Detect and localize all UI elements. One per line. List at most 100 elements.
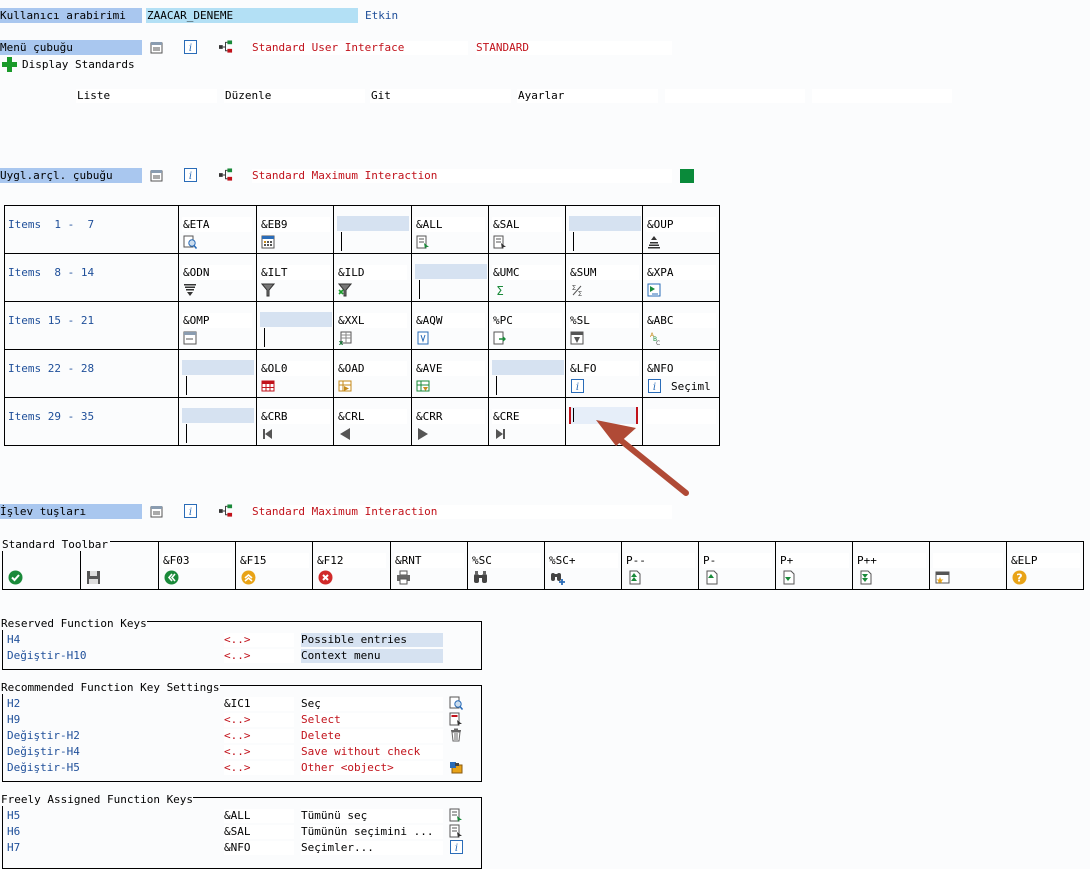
function-code-field[interactable]: &OAD (337, 361, 407, 376)
app-toolbar-slot[interactable] (411, 253, 489, 302)
empty-slot-field[interactable] (337, 216, 409, 231)
function-code-field[interactable]: &LFO (569, 361, 639, 376)
function-key-code[interactable]: <..> (224, 713, 294, 727)
app-toolbar-slot[interactable]: &ALL (411, 205, 489, 254)
function-code-field[interactable]: &XPA (646, 265, 716, 280)
menu-item-5[interactable] (665, 89, 805, 103)
app-toolbar-slot[interactable]: &XXL x (333, 301, 412, 350)
user-interface-input[interactable]: ZAACAR_DENEME (146, 8, 358, 23)
app-toolbar-slot[interactable]: &AVE (411, 349, 489, 398)
function-code-field[interactable]: &F03 (162, 553, 232, 568)
function-key-text[interactable]: Tümünün seçimini ... (301, 825, 443, 839)
function-code-field[interactable]: &ABC (646, 313, 716, 328)
function-code-field[interactable]: &F12 (316, 553, 386, 568)
menu-bar-code[interactable]: STANDARD (476, 41, 672, 55)
function-code-field[interactable]: &AQW (415, 313, 485, 328)
app-toolbar-slot[interactable]: &ETA (178, 205, 257, 254)
function-code-field[interactable]: %SC+ (548, 553, 618, 568)
function-code-field[interactable]: %SL (569, 313, 639, 328)
display-standards-link[interactable]: Display Standards (22, 57, 135, 72)
empty-slot-field[interactable] (182, 408, 254, 423)
function-code-field[interactable]: &OUP (646, 217, 716, 232)
function-code-field[interactable]: P++ (856, 553, 926, 568)
display-icon[interactable] (149, 504, 163, 518)
app-toolbar-slot[interactable]: &CRE (488, 397, 566, 446)
function-key-code[interactable]: &ALL (224, 809, 294, 823)
app-toolbar-slot[interactable]: &ILT (256, 253, 334, 302)
function-key-text[interactable]: Select (301, 713, 443, 727)
display-icon[interactable] (149, 40, 163, 54)
function-code-field[interactable]: &CRB (260, 409, 330, 424)
standard-toolbar-slot[interactable]: &F03 (158, 541, 236, 590)
info-icon[interactable]: i (183, 504, 197, 518)
standard-toolbar-slot[interactable]: &ELP? (1006, 541, 1084, 590)
standard-toolbar-slot[interactable]: &F15 (235, 541, 313, 590)
empty-slot-field[interactable] (492, 360, 564, 375)
function-key-code[interactable]: <..> (224, 729, 294, 743)
app-toolbar-slot[interactable]: &AQW (411, 301, 489, 350)
app-toolbar-slot[interactable]: &NFO i Seçiml (642, 349, 720, 398)
standard-toolbar-slot[interactable]: P-- (621, 541, 699, 590)
app-toolbar-slot[interactable]: %PC (488, 301, 566, 350)
function-code-field[interactable]: &SAL (492, 217, 562, 232)
app-toolbar-slot[interactable]: &EB9 (256, 205, 334, 254)
function-code-field[interactable]: &EB9 (260, 217, 330, 232)
function-key-code[interactable]: <..> (224, 649, 294, 663)
app-toolbar-name[interactable]: Standard Maximum Interaction (252, 169, 672, 183)
function-code-field[interactable]: %SC (471, 553, 541, 568)
standard-toolbar-slot[interactable]: P- (698, 541, 776, 590)
app-toolbar-slot[interactable] (178, 397, 257, 446)
function-code-field[interactable]: &CRE (492, 409, 562, 424)
function-key-code[interactable]: &NFO (224, 841, 294, 855)
app-toolbar-slot[interactable]: &OMP (178, 301, 257, 350)
empty-slot-field[interactable] (260, 312, 332, 327)
app-toolbar-slot[interactable] (256, 301, 334, 350)
app-toolbar-slot[interactable]: &UMC Σ (488, 253, 566, 302)
app-toolbar-slot[interactable]: &SUM Σ Σ (565, 253, 643, 302)
app-toolbar-slot[interactable] (333, 205, 412, 254)
function-key-text[interactable]: Tümünü seç (301, 809, 443, 823)
app-toolbar-slot[interactable]: &OAD (333, 349, 412, 398)
app-toolbar-slot[interactable]: &ABC A B C (642, 301, 720, 350)
function-code-field[interactable]: &ILT (260, 265, 330, 280)
function-key-code[interactable]: &SAL (224, 825, 294, 839)
function-code-field[interactable]: &ELP (1010, 553, 1080, 568)
function-code-field[interactable]: &ALL (415, 217, 485, 232)
function-keys-name[interactable]: Standard Maximum Interaction (252, 505, 672, 519)
empty-slot-field[interactable] (415, 264, 487, 279)
app-toolbar-slot[interactable] (565, 205, 643, 254)
hierarchy-icon[interactable] (219, 40, 233, 54)
function-code-field[interactable]: &ILD (337, 265, 407, 280)
app-toolbar-slot[interactable]: &XPA (642, 253, 720, 302)
function-code-field[interactable]: &UMC (492, 265, 562, 280)
app-toolbar-slot[interactable]: &SAL (488, 205, 566, 254)
function-code-field[interactable]: &OL0 (260, 361, 330, 376)
hierarchy-icon[interactable] (219, 504, 233, 518)
standard-toolbar-slot[interactable]: P++ (852, 541, 930, 590)
function-code-field[interactable]: P+ (779, 553, 849, 568)
app-toolbar-slot[interactable]: &OUP (642, 205, 720, 254)
app-toolbar-slot[interactable]: &OL0 (256, 349, 334, 398)
function-code-field[interactable]: &ODN (182, 265, 252, 280)
info-icon[interactable]: i (183, 40, 197, 54)
function-key-text[interactable]: Possible entries (301, 633, 443, 647)
function-key-code[interactable]: <..> (224, 745, 294, 759)
plus-icon[interactable] (2, 57, 17, 72)
app-toolbar-slot[interactable]: &ODN (178, 253, 257, 302)
menu-item-6[interactable] (812, 89, 952, 103)
app-toolbar-slot[interactable] (178, 349, 257, 398)
standard-toolbar-slot[interactable]: %SC (467, 541, 545, 590)
function-key-code[interactable]: &IC1 (224, 697, 294, 711)
app-toolbar-slot[interactable]: &LFO i (565, 349, 643, 398)
standard-toolbar-slot[interactable]: %SC+ (544, 541, 622, 590)
function-code-field[interactable]: &F15 (239, 553, 309, 568)
menu-item-2[interactable]: Düzenle (224, 89, 365, 103)
function-key-text[interactable]: Seç (301, 697, 443, 711)
app-toolbar-slot[interactable]: %SL (565, 301, 643, 350)
function-key-text[interactable]: Delete (301, 729, 443, 743)
function-key-code[interactable]: <..> (224, 633, 294, 647)
info-icon[interactable]: i (183, 168, 197, 182)
function-code-field[interactable]: P- (702, 553, 772, 568)
menu-bar-name[interactable]: Standard User Interface (252, 41, 468, 55)
standard-toolbar-slot[interactable]: &F12 (312, 541, 391, 590)
